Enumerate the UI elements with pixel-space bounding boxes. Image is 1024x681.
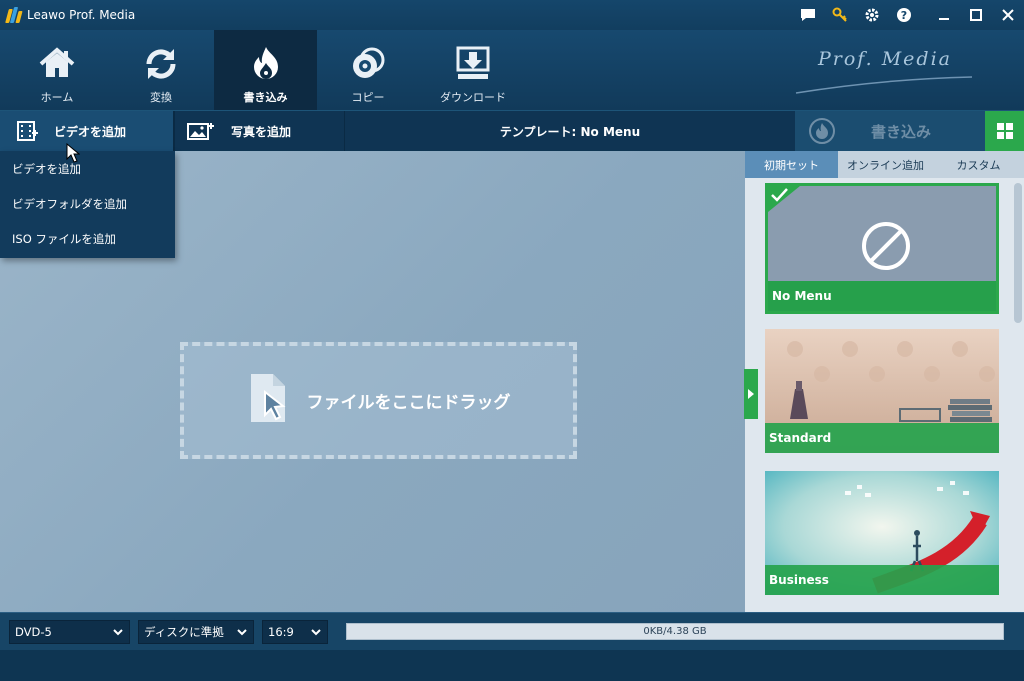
copy-disc-icon: [353, 47, 385, 78]
tab-presets[interactable]: 初期セット: [745, 151, 838, 178]
window-bottom-strip: [0, 650, 1024, 681]
film-strip-icon: [17, 121, 38, 141]
template-card-business[interactable]: Business: [765, 471, 999, 595]
brand-swoosh-graphic: [795, 76, 973, 94]
add-photo-button[interactable]: 写真を追加: [175, 111, 345, 151]
menu-item-add-video-folder[interactable]: ビデオフォルダを追加: [0, 186, 175, 221]
nav-download[interactable]: ダウンロード: [423, 30, 523, 110]
menu-item-add-iso[interactable]: ISO ファイルを追加: [0, 221, 175, 256]
disc-type-value: DVD-5: [15, 625, 52, 639]
selected-check-icon: [768, 186, 800, 212]
burn-button: 書き込み: [795, 111, 985, 151]
quality-value: ディスクに準拠: [144, 625, 224, 639]
nav-home[interactable]: ホーム: [7, 30, 107, 110]
nav-burn-label: 書き込み: [243, 91, 288, 104]
nav-copy[interactable]: コピー: [318, 30, 418, 110]
grid-view-icon: [996, 123, 1013, 139]
svg-text:?: ?: [901, 9, 907, 22]
menu-item-add-video[interactable]: ビデオを追加: [0, 151, 175, 186]
file-drop-icon: [250, 373, 286, 422]
home-icon: [39, 47, 75, 77]
nav-convert-label: 変換: [150, 91, 172, 104]
no-menu-icon: [862, 222, 910, 270]
chevron-down-icon: [237, 629, 247, 636]
template-tabs: 初期セット オンライン追加 カスタム: [745, 151, 1024, 178]
tab-online-add[interactable]: オンライン追加: [838, 151, 933, 178]
aspect-ratio-value: 16:9: [268, 625, 294, 639]
disc-capacity-text: 0KB/4.38 GB: [643, 626, 707, 637]
burn-icon: [253, 47, 278, 79]
app-logo-icon: [5, 7, 23, 23]
nav-home-label: ホーム: [40, 91, 74, 104]
add-video-button[interactable]: ビデオを追加: [0, 111, 173, 151]
template-label-business: Business: [765, 565, 999, 595]
template-card-no-menu[interactable]: No Menu: [765, 183, 999, 314]
status-bar: DVD-5 ディスクに準拠 16:9 0KB/4.38 GB: [0, 612, 1024, 650]
convert-icon: [146, 49, 176, 79]
download-icon: [456, 46, 490, 79]
nav-convert[interactable]: 変換: [111, 30, 211, 110]
close-button[interactable]: [992, 0, 1024, 30]
layout-grid-button[interactable]: [985, 111, 1024, 151]
settings-gear-icon[interactable]: [860, 3, 884, 27]
template-label-no-menu: No Menu: [768, 281, 996, 311]
brand-logo-text: Prof. Media: [817, 48, 952, 70]
title-bar: Leawo Prof. Media ?: [0, 0, 1024, 30]
disc-type-select[interactable]: DVD-5: [9, 620, 130, 644]
nav-copy-label: コピー: [351, 91, 385, 104]
add-video-dropdown: ビデオを追加 ビデオフォルダを追加 ISO ファイルを追加: [0, 151, 175, 258]
tab-custom[interactable]: カスタム: [933, 151, 1024, 178]
disc-capacity-bar: 0KB/4.38 GB: [346, 623, 1004, 640]
toolbar: ビデオを追加 写真を追加 テンプレート: No Menu 書き込み: [0, 110, 1024, 151]
aspect-ratio-select[interactable]: 16:9: [262, 620, 328, 644]
burn-disabled-icon: [809, 118, 835, 144]
minimize-button[interactable]: [928, 0, 960, 30]
add-photo-label: 写真を追加: [231, 124, 292, 139]
nav-download-label: ダウンロード: [440, 91, 506, 104]
maximize-button[interactable]: [960, 0, 992, 30]
app-title: Leawo Prof. Media: [27, 8, 136, 22]
chevron-right-icon: [748, 389, 754, 399]
quality-select[interactable]: ディスクに準拠: [138, 620, 254, 644]
main-nav: ホーム 変換 書き込み コピー ダウンロード Prof. Media: [0, 30, 1024, 110]
file-drop-zone[interactable]: ファイルをここにドラッグ: [180, 342, 577, 459]
mouse-cursor-icon: [66, 143, 80, 163]
help-icon[interactable]: ?: [892, 3, 916, 27]
drop-zone-label: ファイルをここにドラッグ: [306, 393, 511, 413]
template-label-standard: Standard: [765, 423, 999, 453]
add-video-label: ビデオを追加: [54, 124, 127, 139]
template-panel-scrollbar[interactable]: [1014, 183, 1022, 323]
template-panel: 初期セット オンライン追加 カスタム No Menu Standard Busi…: [745, 151, 1024, 612]
feedback-icon[interactable]: [796, 3, 820, 27]
chevron-down-icon: [311, 629, 321, 636]
template-label: テンプレート: No Menu: [499, 124, 641, 139]
nav-burn[interactable]: 書き込み: [214, 30, 317, 110]
collapse-panel-toggle[interactable]: [744, 369, 758, 419]
add-photo-icon: [187, 123, 214, 140]
register-key-icon[interactable]: [828, 3, 852, 27]
chevron-down-icon: [113, 629, 123, 636]
burn-button-label: 書き込み: [871, 122, 932, 141]
template-card-standard[interactable]: Standard: [765, 329, 999, 453]
